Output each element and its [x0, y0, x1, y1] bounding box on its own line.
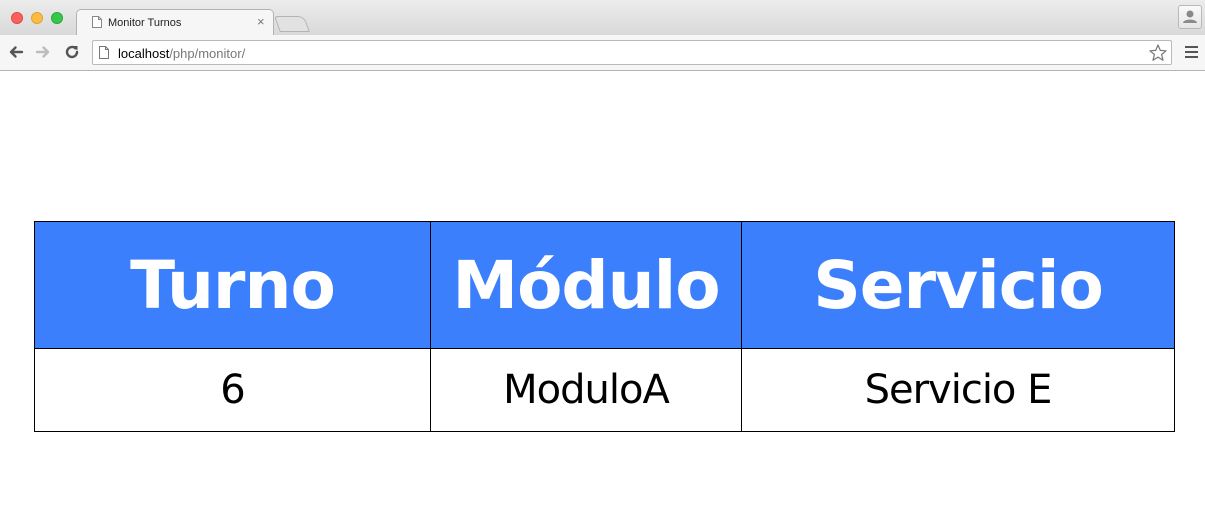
browser-window: Monitor Turnos × localhost/php/monitor/ … — [0, 0, 1205, 532]
new-tab-button[interactable] — [274, 16, 310, 32]
url-host: localhost — [118, 46, 170, 61]
window-maximize-icon[interactable] — [51, 12, 63, 24]
cell-turno: 6 — [34, 348, 431, 432]
header-turno: Turno — [34, 221, 431, 349]
url-path: /php/monitor/ — [169, 46, 246, 61]
url-text[interactable]: localhost/php/monitor/ — [118, 46, 245, 61]
tab-title: Monitor Turnos — [108, 17, 182, 29]
window-minimize-icon[interactable] — [31, 12, 43, 24]
tab-close-icon[interactable]: × — [257, 15, 265, 29]
cell-servicio: Servicio E — [741, 348, 1175, 432]
browser-toolbar: localhost/php/monitor/ — [0, 35, 1205, 71]
back-arrow-icon[interactable] — [7, 43, 25, 61]
browser-tab[interactable]: Monitor Turnos × — [76, 9, 274, 36]
header-servicio: Servicio — [741, 221, 1175, 349]
address-bar[interactable]: localhost/php/monitor/ — [92, 40, 1172, 65]
cell-modulo: ModuloA — [430, 348, 742, 432]
table-header-row: Turno Módulo Servicio — [34, 221, 1175, 349]
turnos-table: Turno Módulo Servicio 6 ModuloA Servicio… — [34, 221, 1175, 432]
reload-icon[interactable] — [63, 43, 81, 61]
hamburger-menu-icon[interactable] — [1185, 46, 1198, 58]
header-modulo: Módulo — [430, 221, 742, 349]
window-close-icon[interactable] — [11, 12, 23, 24]
profile-button[interactable] — [1178, 5, 1202, 29]
page-icon — [99, 46, 109, 59]
page-content: Turno Módulo Servicio 6 ModuloA Servicio… — [0, 71, 1205, 532]
tab-strip: Monitor Turnos × — [0, 0, 1205, 36]
star-icon[interactable] — [1148, 43, 1168, 63]
page-icon — [92, 16, 102, 28]
user-icon — [1183, 10, 1197, 23]
forward-arrow-icon[interactable] — [34, 43, 52, 61]
table-row: 6 ModuloA Servicio E — [34, 348, 1175, 432]
